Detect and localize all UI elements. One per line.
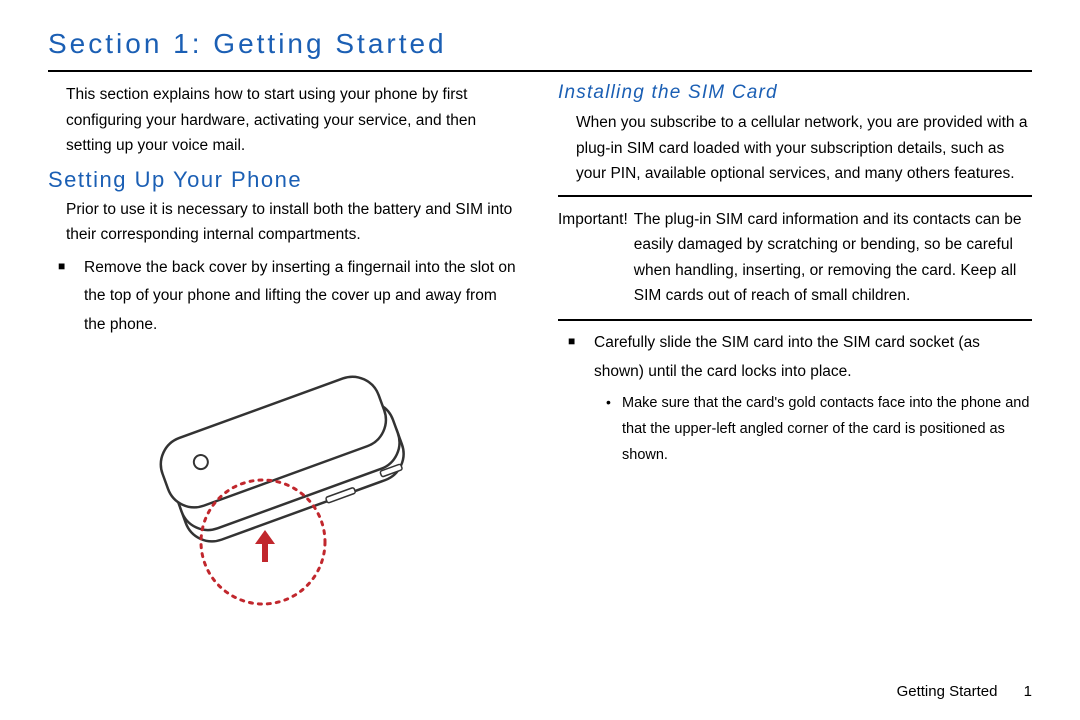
important-label: Important! — [558, 207, 628, 309]
heading-install-sim: Installing the SIM Card — [558, 82, 1032, 104]
manual-page: Section 1: Getting Started This section … — [0, 0, 1080, 720]
left-column: This section explains how to start using… — [48, 82, 522, 614]
setup-paragraph: Prior to use it is necessary to install … — [48, 197, 522, 248]
sim-substeps-list: Make sure that the card's gold contacts … — [594, 390, 1032, 468]
important-body: The plug-in SIM card information and its… — [634, 207, 1032, 309]
sim-intro-paragraph: When you subscribe to a cellular network… — [558, 110, 1032, 187]
heading-setting-up: Setting Up Your Phone — [48, 167, 522, 193]
sim-substep-gold-contacts: Make sure that the card's gold contacts … — [622, 390, 1032, 468]
important-top-rule — [558, 195, 1032, 197]
page-title: Section 1: Getting Started — [48, 28, 1032, 66]
sim-step-slide-text: Carefully slide the SIM card into the SI… — [594, 334, 980, 380]
important-note: Important! The plug-in SIM card informat… — [558, 205, 1032, 311]
page-footer: Getting Started 1 — [897, 683, 1032, 700]
title-rule — [48, 70, 1032, 72]
sim-steps-list: Carefully slide the SIM card into the SI… — [558, 329, 1032, 469]
intro-paragraph: This section explains how to start using… — [48, 82, 522, 159]
phone-illustration — [115, 354, 455, 614]
right-column: Installing the SIM Card When you subscri… — [558, 82, 1032, 614]
two-column-layout: This section explains how to start using… — [48, 82, 1032, 614]
important-bottom-rule — [558, 319, 1032, 321]
setup-steps-list: Remove the back cover by inserting a fin… — [48, 254, 522, 340]
sim-step-slide: Carefully slide the SIM card into the SI… — [594, 329, 1032, 469]
footer-page-number: 1 — [1024, 683, 1032, 700]
phone-cover-figure — [48, 354, 522, 614]
footer-section-label: Getting Started — [897, 683, 998, 700]
setup-step-remove-cover: Remove the back cover by inserting a fin… — [84, 254, 522, 340]
